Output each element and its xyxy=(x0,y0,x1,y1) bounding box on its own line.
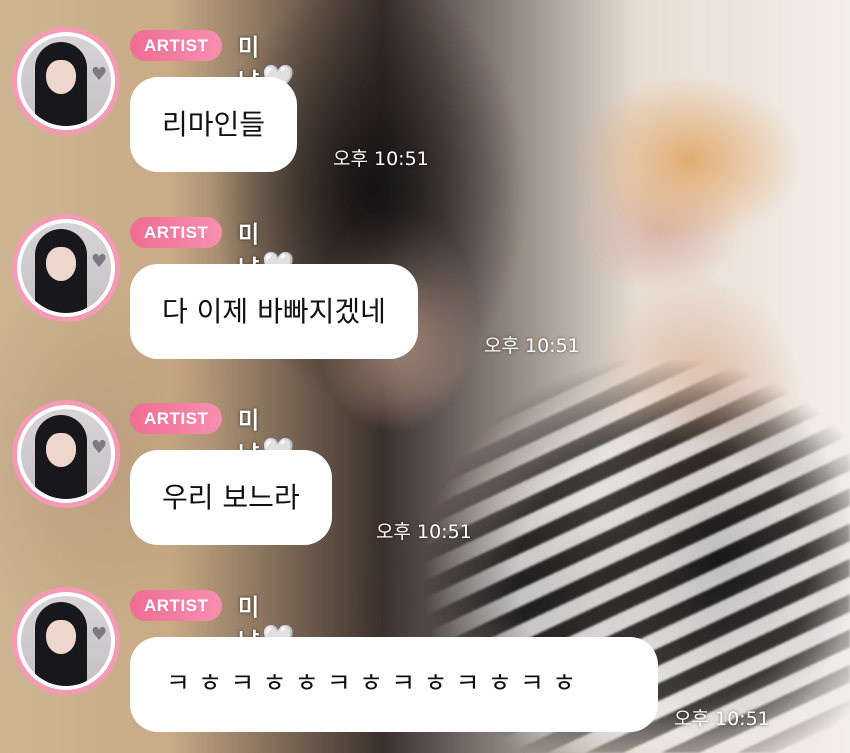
artist-badge: ARTIST xyxy=(130,30,223,61)
artist-badge: ARTIST xyxy=(130,403,223,434)
message-timestamp: 오후 10:51 xyxy=(484,335,580,357)
avatar[interactable]: ♥ xyxy=(12,27,120,135)
message-bubble[interactable]: 다 이제 바빠지겠네 xyxy=(130,264,418,359)
artist-badge: ARTIST xyxy=(130,217,223,248)
message-bubble[interactable]: ㅋ ㅎ ㅋ ㅎ ㅎ ㅋ ㅎ ㅋ ㅎ ㅋ ㅎ ㅋ ㅎ xyxy=(130,637,658,732)
avatar[interactable]: ♥ xyxy=(12,214,120,322)
message-timestamp: 오후 10:51 xyxy=(674,708,770,730)
avatar-image: ♥ xyxy=(21,596,111,686)
artist-badge: ARTIST xyxy=(130,590,223,621)
avatar-image: ♥ xyxy=(21,36,111,126)
avatar[interactable]: ♥ xyxy=(12,587,120,695)
message-timestamp: 오후 10:51 xyxy=(376,521,472,543)
message-bubble[interactable]: 우리 보느라 xyxy=(130,450,332,545)
avatar-image: ♥ xyxy=(21,223,111,313)
avatar[interactable]: ♥ xyxy=(12,400,120,508)
message-timestamp: 오후 10:51 xyxy=(333,148,429,170)
avatar-image: ♥ xyxy=(21,409,111,499)
message-bubble[interactable]: 리마인들 xyxy=(130,77,298,172)
